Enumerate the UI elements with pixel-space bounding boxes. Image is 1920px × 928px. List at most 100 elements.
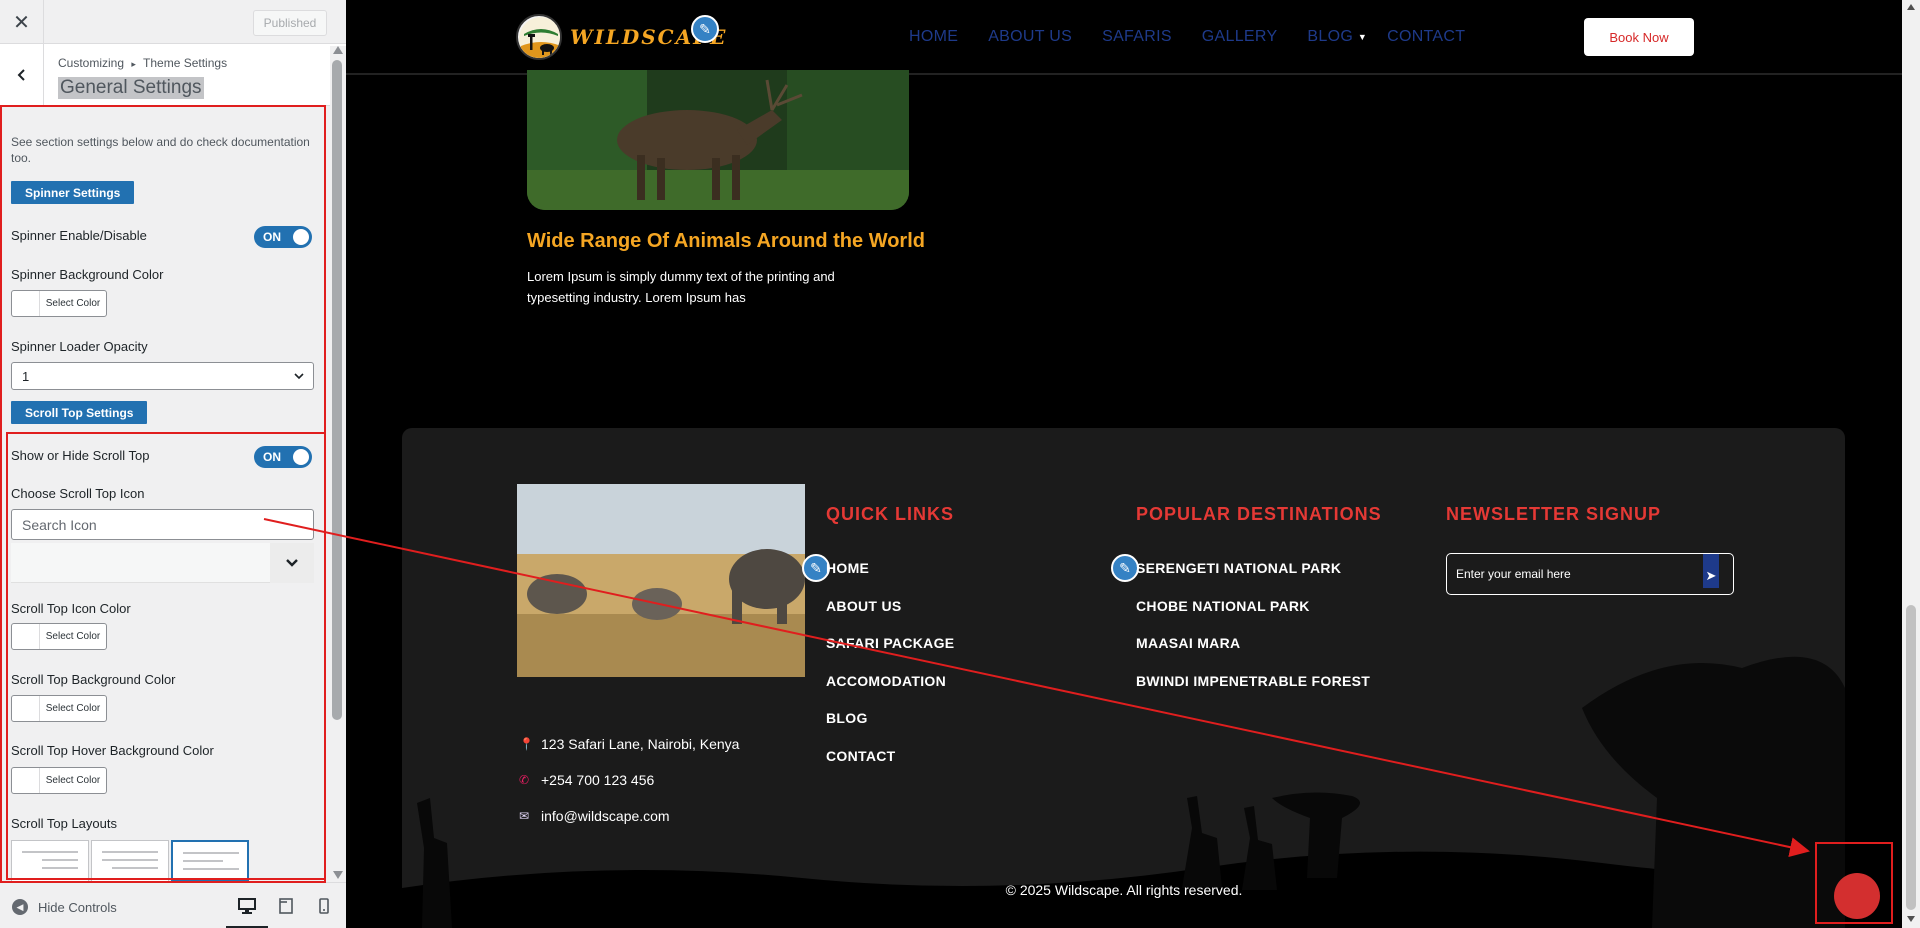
desktop-icon (238, 898, 256, 914)
newsletter-heading: NEWSLETTER SIGNUP (1446, 504, 1662, 524)
spinner-enable-label: Spinner Enable/Disable (11, 228, 147, 243)
scroll-top-show-toggle[interactable]: ON (254, 446, 312, 468)
nav-gallery[interactable]: GALLERY (1202, 28, 1278, 46)
site-footer: ✎ QUICK LINKS HOME ABOUT US SAFARI PACKA… (402, 428, 1845, 928)
post-title[interactable]: Wide Range Of Animals Around the World (527, 230, 925, 253)
close-customizer-button[interactable]: ✕ (0, 0, 44, 44)
preview-scrollbar[interactable] (1902, 0, 1920, 928)
contact-address: 📍 123 Safari Lane, Nairobi, Kenya (519, 736, 739, 752)
hide-controls-button[interactable]: ◀ Hide Controls (12, 899, 117, 915)
chevron-left-icon (17, 69, 25, 81)
edit-shortcut-pencil-icon[interactable]: ✎ (1111, 554, 1139, 582)
scroll-top-icon-label: Choose Scroll Top Icon (11, 486, 145, 501)
nav-blog[interactable]: BLOG ▼ (1307, 28, 1366, 46)
customizer-footer: ◀ Hide Controls (0, 882, 346, 928)
destination-bwindi[interactable]: BWINDI IMPENETRABLE FOREST (1136, 673, 1370, 689)
nav-contact[interactable]: CONTACT (1387, 28, 1465, 46)
icon-dropdown (11, 543, 314, 583)
breadcrumb-root: Customizing (58, 56, 125, 70)
select-color-label: Select Color (45, 631, 101, 642)
back-button[interactable] (0, 44, 44, 106)
scroll-down-arrow-icon[interactable] (333, 871, 343, 879)
site-header: WILDSCAPE ✎ HOME ABOUT US SAFARIS GALLER… (346, 0, 1902, 75)
color-swatch (12, 291, 40, 316)
section-description: See section settings below and do check … (11, 135, 310, 165)
edit-shortcut-pencil-icon[interactable]: ✎ (691, 15, 719, 43)
newsletter-email-input[interactable]: Enter your email here ➤ (1446, 553, 1734, 595)
scroll-top-show-label: Show or Hide Scroll Top (11, 448, 150, 463)
footer-link-about-us[interactable]: ABOUT US (826, 598, 902, 614)
scroll-down-arrow-icon[interactable] (1907, 916, 1915, 922)
scroll-layout-option-3[interactable] (171, 840, 249, 882)
layout-line (42, 867, 78, 869)
chevron-down-icon (294, 373, 304, 380)
email-text: info@wildscape.com (541, 808, 670, 824)
breadcrumb-separator: ▸ (131, 59, 136, 69)
mobile-icon (319, 898, 329, 914)
nav-safaris[interactable]: SAFARIS (1102, 28, 1172, 46)
scroll-top-settings-button[interactable]: Scroll Top Settings (11, 401, 148, 424)
color-swatch (12, 624, 40, 649)
scroll-up-arrow-icon[interactable] (1907, 4, 1915, 10)
footer-link-blog[interactable]: BLOG (826, 710, 868, 726)
desktop-preview-button[interactable] (226, 895, 268, 928)
caret-down-icon: ▼ (1357, 32, 1368, 42)
nav-about-us[interactable]: ABOUT US (988, 28, 1072, 46)
layout-line (112, 867, 158, 869)
icon-dropdown-toggle[interactable] (270, 543, 314, 583)
deer-post-image (527, 70, 909, 210)
spinner-bg-color-button[interactable]: Select Color (11, 290, 107, 317)
scroll-layout-option-2[interactable] (91, 840, 169, 882)
destination-serengeti[interactable]: SERENGETI NATIONAL PARK (1136, 560, 1341, 576)
contact-phone: ✆ +254 700 123 456 (519, 772, 654, 788)
mail-icon: ✉ (519, 809, 530, 823)
preview-scrollbar-thumb[interactable] (1906, 605, 1916, 910)
scroll-to-top-button[interactable] (1834, 873, 1880, 919)
spinner-settings-button[interactable]: Spinner Settings (11, 181, 135, 204)
customizer-sidebar: ✕ Published Customizing ▸ Theme Settings… (0, 0, 346, 928)
nav-home[interactable]: HOME (909, 28, 958, 46)
layout-line (102, 851, 158, 853)
layout-line (102, 859, 158, 861)
tablet-preview-button[interactable] (275, 895, 297, 917)
controls-panel: See section settings below and do check … (0, 106, 330, 882)
footer-link-safari-package[interactable]: SAFARI PACKAGE (826, 635, 954, 651)
address-text: 123 Safari Lane, Nairobi, Kenya (541, 736, 740, 752)
footer-link-contact[interactable]: CONTACT (826, 748, 896, 764)
logo-badge-icon (516, 14, 562, 60)
scroll-top-layouts-label: Scroll Top Layouts (11, 816, 117, 831)
spinner-enable-toggle[interactable]: ON (254, 226, 312, 248)
scroll-top-bg-color-button[interactable]: Select Color (11, 695, 107, 722)
chevron-down-icon (286, 559, 298, 567)
scroll-top-bg-color-label: Scroll Top Background Color (11, 672, 176, 687)
map-pin-icon: 📍 (519, 737, 534, 751)
customizer-topbar: ✕ Published (0, 0, 346, 44)
icon-search-input[interactable]: Search Icon (11, 509, 314, 540)
scrollbar-thumb[interactable] (332, 60, 342, 720)
published-button[interactable]: Published (253, 10, 327, 36)
quick-links-heading: QUICK LINKS (826, 504, 954, 524)
breadcrumb-parent: Theme Settings (143, 56, 228, 70)
footer-link-home[interactable]: HOME (826, 560, 869, 576)
sidebar-scrollbar[interactable] (330, 46, 346, 882)
post-excerpt: Lorem Ipsum is simply dummy text of the … (527, 269, 835, 305)
destination-chobe[interactable]: CHOBE NATIONAL PARK (1136, 598, 1310, 614)
layout-line (183, 868, 239, 870)
destination-maasai-mara[interactable]: MAASAI MARA (1136, 635, 1240, 651)
footer-link-accomodation[interactable]: ACCOMODATION (826, 673, 946, 689)
scroll-top-hover-bg-button[interactable]: Select Color (11, 767, 107, 794)
phone-text: +254 700 123 456 (541, 772, 655, 788)
scroll-layout-option-1[interactable] (11, 840, 89, 882)
scroll-up-arrow-icon[interactable] (333, 46, 343, 54)
popular-destinations-heading: POPULAR DESTINATIONS (1136, 504, 1382, 524)
spinner-opacity-select[interactable]: 1 (11, 362, 314, 390)
color-swatch (12, 696, 40, 721)
mobile-preview-button[interactable] (313, 895, 335, 917)
newsletter-send-button[interactable]: ➤ (1703, 554, 1719, 588)
scroll-top-icon-color-button[interactable]: Select Color (11, 623, 107, 650)
book-now-button[interactable]: Book Now (1584, 18, 1694, 56)
toggle-knob (293, 229, 309, 245)
nav-blog-label: BLOG (1307, 28, 1354, 45)
layout-line (22, 851, 78, 853)
main-navigation: HOME ABOUT US SAFARIS GALLERY BLOG ▼ CON… (909, 28, 1495, 46)
